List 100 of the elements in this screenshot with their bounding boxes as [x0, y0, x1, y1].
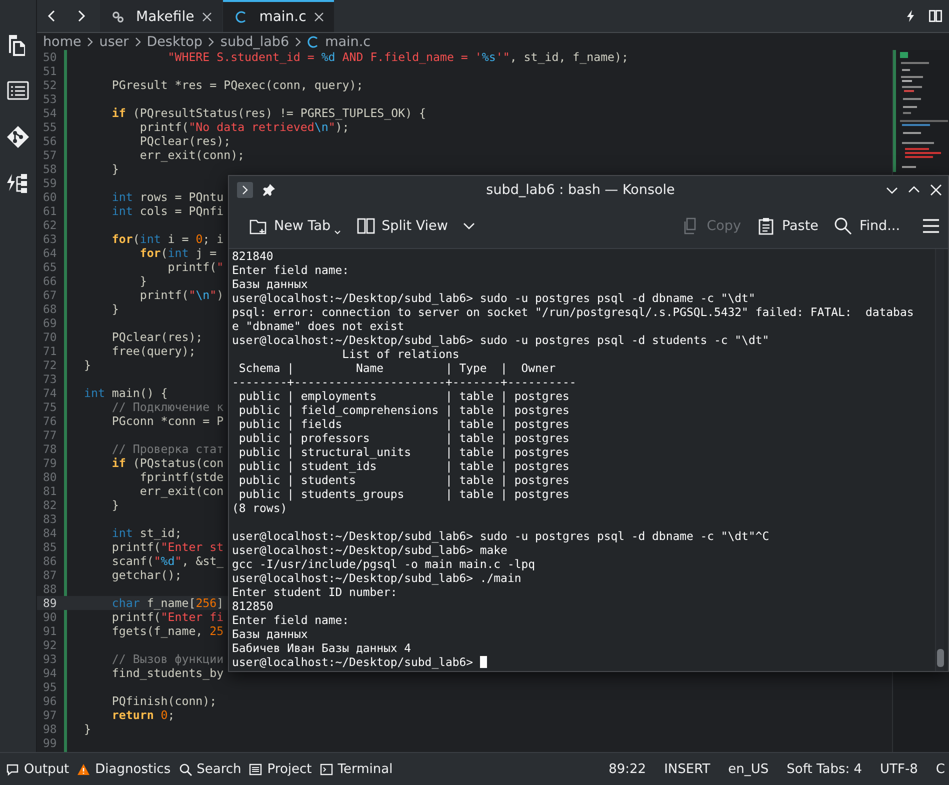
- code-line: }: [110, 498, 119, 512]
- gear-icon: [112, 11, 124, 23]
- window-title: subd_lab6 : bash — Konsole: [485, 182, 676, 198]
- comment-icon: [6, 762, 19, 776]
- terminal-line: public | fields | table | postgres: [238, 417, 570, 431]
- terminal-line: public | students_groups | table | postgres: [238, 487, 570, 501]
- terminal-line: Enter student ID number:: [232, 585, 398, 599]
- status-item[interactable]: C: [926, 762, 945, 776]
- warning-icon: [77, 762, 90, 776]
- close-icon[interactable]: [202, 12, 212, 22]
- line-number: 88: [42, 582, 58, 596]
- terminal-line: List of relations: [341, 347, 460, 361]
- editor-tab[interactable]: Makefile: [100, 0, 222, 32]
- line-number: 62: [42, 218, 58, 232]
- line-number: 56: [42, 134, 58, 148]
- toolbar-button[interactable]: New Tab: [243, 212, 347, 238]
- scrollbar-thumb[interactable]: [937, 649, 944, 667]
- chevron-icon: [134, 36, 141, 46]
- back-icon[interactable]: [46, 9, 56, 23]
- list-icon[interactable]: [6, 79, 30, 103]
- panel-button[interactable]: Output: [4, 762, 76, 776]
- line-number: 74: [42, 386, 58, 400]
- code-line: int st_id;: [110, 526, 182, 540]
- line-number: 53: [42, 92, 58, 106]
- panel-button[interactable]: Search: [176, 762, 248, 776]
- panel-button[interactable]: Project: [247, 762, 318, 776]
- close-icon[interactable]: [314, 12, 324, 22]
- line-number: 57: [42, 148, 58, 162]
- line-number: 72: [42, 358, 58, 372]
- c-file-icon: [307, 34, 320, 48]
- toolbar-button[interactable]: Find...: [828, 212, 906, 238]
- terminal-button[interactable]: [237, 182, 253, 198]
- line-number: 71: [42, 344, 58, 358]
- clipboard-icon: [757, 216, 775, 234]
- chevron-icon: [87, 36, 94, 46]
- code-line: int cols = PQnfi: [110, 204, 224, 218]
- terminal-line: public | student_ids | table | postgres: [238, 459, 570, 473]
- build-icon[interactable]: [6, 171, 30, 195]
- code-line: int main() {: [84, 386, 168, 400]
- pin-icon[interactable]: [263, 184, 275, 196]
- git-icon[interactable]: [6, 125, 30, 149]
- terminal-line: user@localhost:~/Desktop/subd_lab6> ./main: [232, 571, 522, 585]
- code-line: PGresult *res = PQexec(conn, query);: [110, 78, 364, 92]
- line-number: 95: [42, 680, 58, 694]
- line-number: 50: [42, 50, 58, 64]
- terminal-line: gcc -I/usr/include/pgsql -o main main.c -lpq: [232, 557, 536, 571]
- line-number: 65: [42, 260, 58, 274]
- status-item[interactable]: 89:22: [600, 762, 656, 776]
- toolbar-button[interactable]: Paste: [751, 212, 824, 238]
- panel-button[interactable]: Terminal: [318, 762, 399, 776]
- code-line: err_exit(con: [138, 484, 224, 498]
- panel-button[interactable]: Diagnostics: [75, 762, 177, 776]
- line-number: 87: [42, 568, 58, 582]
- breadcrumb-item[interactable]: user: [99, 34, 129, 50]
- code-line: int rows = PQntu: [110, 190, 224, 204]
- terminal-line: user@localhost:~/Desktop/subd_lab6> sudo -u postgres psql -d students -c "\dt": [232, 333, 770, 347]
- terminal-line: psql: error: connection to server on socket "/run/postgresql/.s.PGSQL.5432" failed: FATAL: databas: [232, 305, 915, 319]
- line-number: 61: [42, 204, 58, 218]
- terminal-icon: [320, 762, 333, 776]
- code-line: }: [84, 358, 91, 372]
- code-line: // Проверка стат: [110, 442, 224, 456]
- status-item[interactable]: en_US: [719, 762, 778, 776]
- code-line: }: [110, 162, 119, 176]
- line-number: 64: [42, 246, 58, 260]
- code-line: if (PQstatus(con: [110, 456, 224, 470]
- status-item[interactable]: INSERT: [655, 762, 720, 776]
- terminal-line: e "dbname" does not exist: [232, 319, 406, 333]
- line-number: 68: [42, 302, 58, 316]
- status-item[interactable]: Soft Tabs: 4: [778, 762, 872, 776]
- split-icon[interactable]: [929, 10, 942, 22]
- line-number: 82: [42, 498, 58, 512]
- line-number: 60: [42, 190, 58, 204]
- caret-icon: [334, 230, 341, 234]
- forward-icon[interactable]: [76, 9, 86, 23]
- terminal-prompt[interactable]: user@localhost:~/Desktop/subd_lab6>: [232, 655, 948, 669]
- editor-tab[interactable]: main.c: [223, 0, 334, 32]
- line-number: 86: [42, 554, 58, 568]
- code-line: // Подключение к: [110, 400, 224, 414]
- code-line: for(int j =: [138, 246, 217, 260]
- breadcrumb-item[interactable]: home: [43, 34, 82, 50]
- terminal-line: public | students | table | postgres: [238, 473, 570, 487]
- line-number: 80: [42, 470, 58, 484]
- status-item[interactable]: UTF-8: [871, 762, 927, 776]
- menu-icon[interactable]: [922, 218, 940, 234]
- scrollbar[interactable]: [935, 249, 944, 671]
- breadcrumb-item[interactable]: main.c: [325, 34, 371, 50]
- breadcrumb-item[interactable]: subd_lab6: [220, 34, 290, 50]
- toolbar-button[interactable]: Split View: [350, 212, 481, 238]
- bolt-icon[interactable]: [907, 10, 915, 22]
- code-line: fgets(f_name, 25: [110, 624, 224, 638]
- search-icon: [834, 216, 852, 234]
- line-number: 91: [42, 624, 58, 638]
- line-number: 85: [42, 540, 58, 554]
- line-number: 54: [42, 106, 58, 120]
- code-line: char f_name[256]: [110, 596, 224, 610]
- minimap-drawing[interactable]: [893, 50, 949, 172]
- line-number: 76: [42, 414, 58, 428]
- line-number: 84: [42, 526, 58, 540]
- breadcrumb-item[interactable]: Desktop: [146, 34, 202, 50]
- line-number: 73: [42, 372, 58, 386]
